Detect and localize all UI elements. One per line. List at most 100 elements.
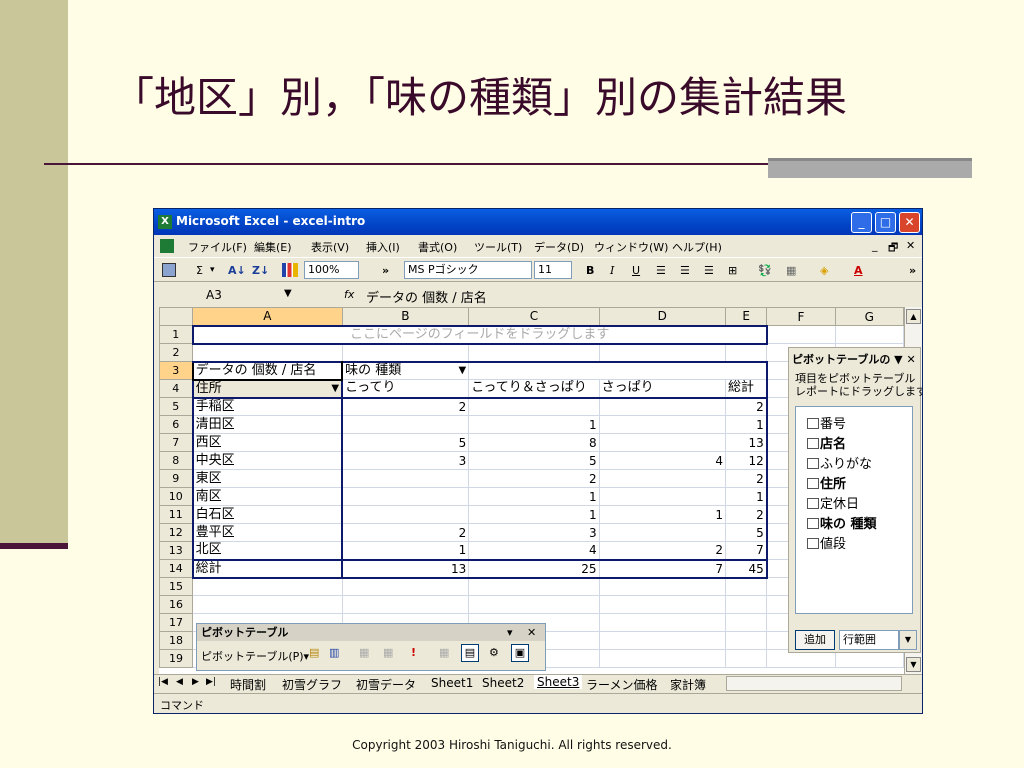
name-box[interactable]: A3 (206, 288, 222, 302)
sheet-tab[interactable]: 初雪データ (356, 676, 416, 693)
pivot-col-item[interactable]: 総計 (724, 379, 768, 399)
row-header[interactable]: 6 (159, 415, 194, 434)
formula-content[interactable]: データの 個数 / 店名 (366, 287, 487, 306)
pivot-value-cell[interactable] (468, 397, 600, 416)
first-sheet-icon[interactable]: |◀ (158, 677, 168, 687)
cell[interactable] (598, 577, 726, 596)
row-header[interactable]: 3 (159, 361, 194, 380)
field-item-holiday[interactable]: 定休日 (806, 493, 859, 512)
pivot-value-cell[interactable] (598, 487, 726, 506)
pivot-value-cell[interactable]: 7 (598, 558, 726, 579)
pivot-value-cell[interactable]: 1 (598, 505, 726, 524)
pivot-value-cell[interactable]: 3 (341, 451, 470, 470)
pivot-row-label[interactable]: 北区 (191, 541, 343, 560)
pivot-value-cell[interactable]: 2 (468, 469, 600, 488)
cell[interactable] (766, 325, 836, 344)
pivot-value-cell[interactable]: 2 (724, 505, 768, 524)
close-button[interactable]: ✕ (899, 212, 920, 233)
align-left-icon[interactable]: ☰ (656, 262, 666, 279)
add-field-button[interactable]: 追加 (795, 630, 835, 650)
maximize-button[interactable]: □ (875, 212, 896, 233)
pivot-value-cell[interactable]: 5 (468, 451, 600, 470)
row-header[interactable]: 8 (159, 451, 194, 470)
pivot-value-cell[interactable] (341, 505, 470, 524)
pivot-row-label[interactable]: 東区 (191, 469, 343, 488)
minimize-button[interactable]: _ (851, 212, 872, 233)
cell[interactable] (192, 577, 343, 596)
menu-format[interactable]: 書式(O) (418, 239, 457, 255)
row-header[interactable]: 13 (159, 541, 194, 560)
cell[interactable] (468, 343, 600, 362)
pivot-row-label[interactable]: 清田区 (191, 415, 343, 434)
column-header-e[interactable]: E (724, 307, 768, 326)
cell[interactable] (724, 595, 768, 614)
row-header[interactable]: 16 (159, 595, 194, 614)
horizontal-scrollbar[interactable] (726, 676, 902, 691)
menu-insert[interactable]: 挿入(I) (366, 239, 400, 255)
pivot-value-cell[interactable] (598, 397, 726, 416)
pivot-value-cell[interactable]: 1 (468, 487, 600, 506)
font-size-select[interactable]: 11 (534, 261, 572, 279)
pivot-column-field[interactable]: 味の 種類 ▼ (341, 360, 470, 380)
sheet-tab[interactable]: ラーメン価格 (586, 676, 658, 693)
format-report-icon[interactable]: ▤ (309, 646, 319, 659)
pivot-row-field[interactable]: 住所 ▼ (191, 379, 343, 399)
select-all-corner[interactable] (159, 307, 194, 326)
cell[interactable] (598, 595, 726, 614)
cell[interactable] (724, 343, 768, 362)
sort-descending-icon[interactable]: Z↓ (252, 262, 269, 279)
workbook-restore-button[interactable]: 🗗 (888, 239, 898, 258)
field-settings-icon[interactable]: ! (411, 646, 416, 659)
row-header[interactable]: 7 (159, 433, 194, 452)
pivot-value-cell[interactable] (598, 523, 726, 542)
menu-tools[interactable]: ツール(T) (474, 239, 522, 255)
font-name-select[interactable]: MS Pゴシック (404, 261, 532, 279)
sort-ascending-icon[interactable]: A↓ (228, 262, 246, 279)
pivot-value-cell[interactable]: 4 (598, 451, 726, 470)
area-select-dropdown-icon[interactable]: ▼ (899, 630, 917, 650)
pivot-col-item[interactable]: さっぱり (598, 379, 726, 399)
pivot-value-cell[interactable] (341, 415, 470, 434)
pivot-value-cell[interactable]: 1 (724, 415, 768, 434)
menu-file[interactable]: ファイル(F) (188, 239, 247, 255)
pivot-row-label[interactable]: 中央区 (191, 451, 343, 470)
pivot-value-cell[interactable] (341, 487, 470, 506)
cell[interactable] (724, 577, 768, 596)
pivot-value-cell[interactable] (598, 415, 726, 434)
row-header[interactable]: 17 (159, 613, 194, 632)
scroll-down-icon[interactable]: ▼ (906, 657, 921, 672)
toolbar-options-icon[interactable]: » (382, 262, 389, 279)
cell[interactable] (341, 595, 470, 614)
pivot-value-cell[interactable]: 1 (468, 415, 600, 434)
pivot-value-cell[interactable]: 8 (468, 433, 600, 452)
field-item-furigana[interactable]: ふりがな (806, 453, 872, 472)
menu-help[interactable]: ヘルプ(H) (672, 239, 722, 255)
sheet-tab[interactable]: 時間割 (230, 676, 266, 693)
pivot-value-cell[interactable] (598, 433, 726, 452)
field-item-taste[interactable]: 味の 種類 (807, 513, 877, 532)
workbook-close-button[interactable]: ✕ (906, 239, 915, 252)
autosum-dropdown-icon[interactable]: ▾ (210, 262, 215, 279)
pivot-value-cell[interactable]: 13 (341, 558, 470, 579)
pivot-value-cell[interactable]: 5 (724, 523, 768, 542)
align-center-icon[interactable]: ☰ (680, 262, 690, 279)
row-header[interactable]: 10 (159, 487, 194, 506)
function-icon[interactable]: fx (344, 288, 354, 301)
row-field-dropdown-icon[interactable]: ▼ (331, 381, 339, 396)
sheet-tab-active[interactable]: Sheet3 (534, 675, 583, 689)
cell[interactable] (468, 595, 600, 614)
currency-style-icon[interactable]: 💱 (758, 262, 772, 279)
sheet-tab[interactable]: 家計簿 (670, 676, 706, 693)
pivot-value-cell[interactable]: 1 (468, 505, 600, 524)
row-header[interactable]: 1 (159, 325, 194, 344)
pivot-value-cell[interactable]: 1 (341, 541, 470, 560)
chart-wizard-icon[interactable] (282, 263, 298, 277)
row-header[interactable]: 2 (159, 343, 194, 362)
font-color-icon[interactable]: A (854, 262, 863, 279)
row-header[interactable]: 19 (159, 649, 194, 668)
cell[interactable] (468, 577, 600, 596)
cell[interactable] (724, 649, 768, 668)
pivot-col-item[interactable]: こってり＆さっぱり (468, 379, 600, 399)
sheet-tab[interactable]: 初雪グラフ (282, 676, 342, 693)
pivot-table-menu-button[interactable]: ピボットテーブル(P)▾ (201, 648, 309, 664)
